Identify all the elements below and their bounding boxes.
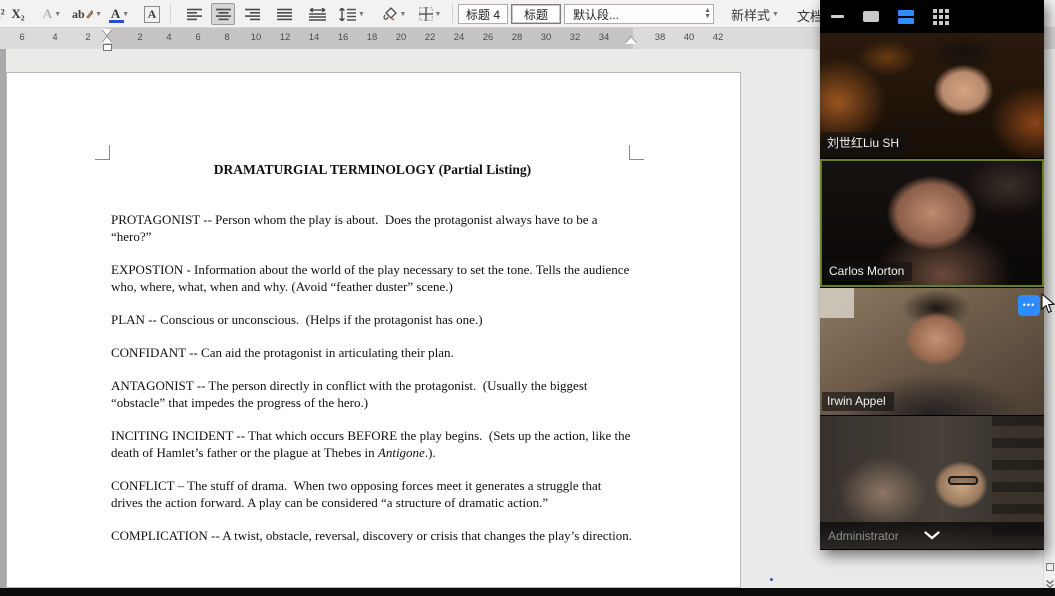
document-paragraph: CONFLICT – The stuff of drama. When two … [111, 477, 634, 511]
participant-name: Administrator [820, 529, 899, 543]
subscript-button[interactable]: X₂ [6, 3, 30, 25]
shading-button[interactable]: ▼ [378, 3, 410, 25]
document-paragraph: CONFIDANT -- Can aid the protagonist in … [111, 344, 634, 361]
ruler-number: 40 [684, 32, 695, 43]
highlight-icon: ab [72, 7, 85, 22]
style-default-paragraph[interactable]: 默认段... ▲▼ [564, 4, 714, 24]
ruler-number: 32 [570, 32, 581, 43]
line-spacing-button[interactable]: ▼ [336, 3, 368, 25]
right-indent-marker[interactable] [625, 37, 637, 44]
ruler-number: 18 [367, 32, 378, 43]
ruler-number: 4 [52, 32, 57, 43]
ruler-number: 42 [713, 32, 724, 43]
ruler-number: 30 [541, 32, 552, 43]
minimize-icon[interactable] [831, 15, 844, 18]
screen-bottom-edge [0, 588, 1055, 596]
ruler-number: 20 [396, 32, 407, 43]
ruler-number: 24 [454, 32, 465, 43]
stray-mark [770, 578, 773, 581]
new-style-label: 新样式 [731, 5, 770, 24]
ruler-number: 38 [655, 32, 666, 43]
borders-button[interactable]: ▼ [414, 3, 446, 25]
character-border-icon: A [144, 6, 161, 23]
ruler-number: 28 [512, 32, 523, 43]
toolbar-divider [452, 4, 453, 23]
color-swatch [109, 20, 124, 23]
align-left-icon [187, 8, 202, 21]
ruler-number: 22 [425, 32, 436, 43]
text-boundary-mark-left [95, 145, 110, 160]
participant-video-administrator[interactable]: Administrator [820, 416, 1044, 549]
chevron-down-icon [924, 531, 940, 540]
toolbar-divider [170, 4, 171, 23]
align-left-button[interactable] [182, 3, 206, 25]
ruler-number: 2 [85, 32, 90, 43]
ruler-number: 2 [137, 32, 142, 43]
text-boundary-mark-right [629, 145, 644, 160]
style-heading4[interactable]: 标题 4 [458, 4, 508, 24]
first-line-indent-marker[interactable] [102, 29, 112, 35]
hanging-indent-marker[interactable] [102, 37, 112, 43]
strip-view-icon[interactable] [898, 10, 914, 24]
ruler-number: 6 [19, 32, 24, 43]
style-heading[interactable]: 标题 [511, 4, 561, 24]
document-title: DRAMATURGIAL TERMINOLOGY (Partial Listin… [111, 161, 634, 178]
glasses-shape [948, 476, 978, 485]
borders-grid-icon [419, 7, 433, 21]
align-right-button[interactable] [240, 3, 264, 25]
pen-icon [85, 8, 93, 20]
align-center-icon [216, 8, 231, 21]
ruler-number: 16 [338, 32, 349, 43]
ruler-number: 14 [309, 32, 320, 43]
ruler-number: 34 [599, 32, 610, 43]
ruler-number: 12 [280, 32, 291, 43]
ruler-number: 6 [195, 32, 200, 43]
participant-video-carlos-morton[interactable]: Carlos Morton [820, 159, 1044, 287]
distribute-button[interactable] [304, 3, 330, 25]
document-paragraphs: PROTAGONIST -- Person whom the play is a… [111, 211, 634, 544]
panel-view-controls [820, 0, 1044, 33]
align-right-icon [245, 8, 260, 21]
new-style-button[interactable]: 新样式▼ [726, 3, 784, 25]
document-paragraph: EXPOSTION - Information about the world … [111, 261, 634, 295]
text-effects-button[interactable]: A▼ [38, 3, 66, 25]
speaker-view-icon[interactable] [863, 11, 879, 22]
panel-bottom-bar: Administrator [820, 522, 1044, 549]
style-gallery-scroll[interactable]: ▲▼ [704, 8, 711, 20]
document-paragraph: COMPLICATION -- A twist, obstacle, rever… [111, 527, 634, 544]
distribute-icon [309, 8, 326, 21]
highlight-button[interactable]: ab▼ [72, 3, 102, 25]
document-content[interactable]: DRAMATURGIAL TERMINOLOGY (Partial Listin… [111, 161, 634, 560]
participant-name: 刘世红Liu SH [822, 132, 907, 154]
collapse-panel-button[interactable] [912, 525, 952, 545]
select-browse-object-icon[interactable] [1046, 563, 1054, 571]
document-paragraph: ANTAGONIST -- The person directly in con… [111, 377, 634, 411]
left-indent-marker[interactable] [103, 44, 112, 51]
align-center-button[interactable] [211, 3, 235, 25]
participant-name: Irwin Appel [822, 392, 894, 411]
more-options-button[interactable]: ••• [1018, 295, 1040, 316]
justify-button[interactable] [272, 3, 296, 25]
meeting-panel: 刘世红Liu SH Carlos Morton ••• Irwin Appel … [820, 0, 1044, 550]
ruler-number: 10 [251, 32, 262, 43]
justify-icon [277, 8, 292, 21]
text-effects-icon: A [43, 6, 52, 22]
style-label: 默认段... [573, 6, 619, 23]
document-paragraph: PROTAGONIST -- Person whom the play is a… [111, 211, 634, 245]
participant-name: Carlos Morton [824, 262, 912, 281]
shading-bucket-icon [382, 7, 398, 21]
font-color-button[interactable]: A▼ [106, 3, 134, 25]
document-page[interactable]: DRAMATURGIAL TERMINOLOGY (Partial Listin… [6, 72, 741, 588]
ruler-number: 8 [224, 32, 229, 43]
ruler-number: 26 [483, 32, 494, 43]
ruler-number: 4 [166, 32, 171, 43]
participant-video-irwin-appel[interactable]: ••• Irwin Appel [820, 288, 1044, 415]
character-border-button[interactable]: A [140, 3, 164, 25]
gallery-view-icon[interactable] [933, 9, 949, 25]
document-paragraph: INCITING INCIDENT -- That which occurs B… [111, 427, 634, 461]
mouse-cursor [1041, 293, 1055, 314]
participant-video-liu-sh[interactable]: 刘世红Liu SH [820, 33, 1044, 158]
document-paragraph: PLAN -- Conscious or unconscious. (Helps… [111, 311, 634, 328]
line-spacing-icon [339, 8, 356, 21]
